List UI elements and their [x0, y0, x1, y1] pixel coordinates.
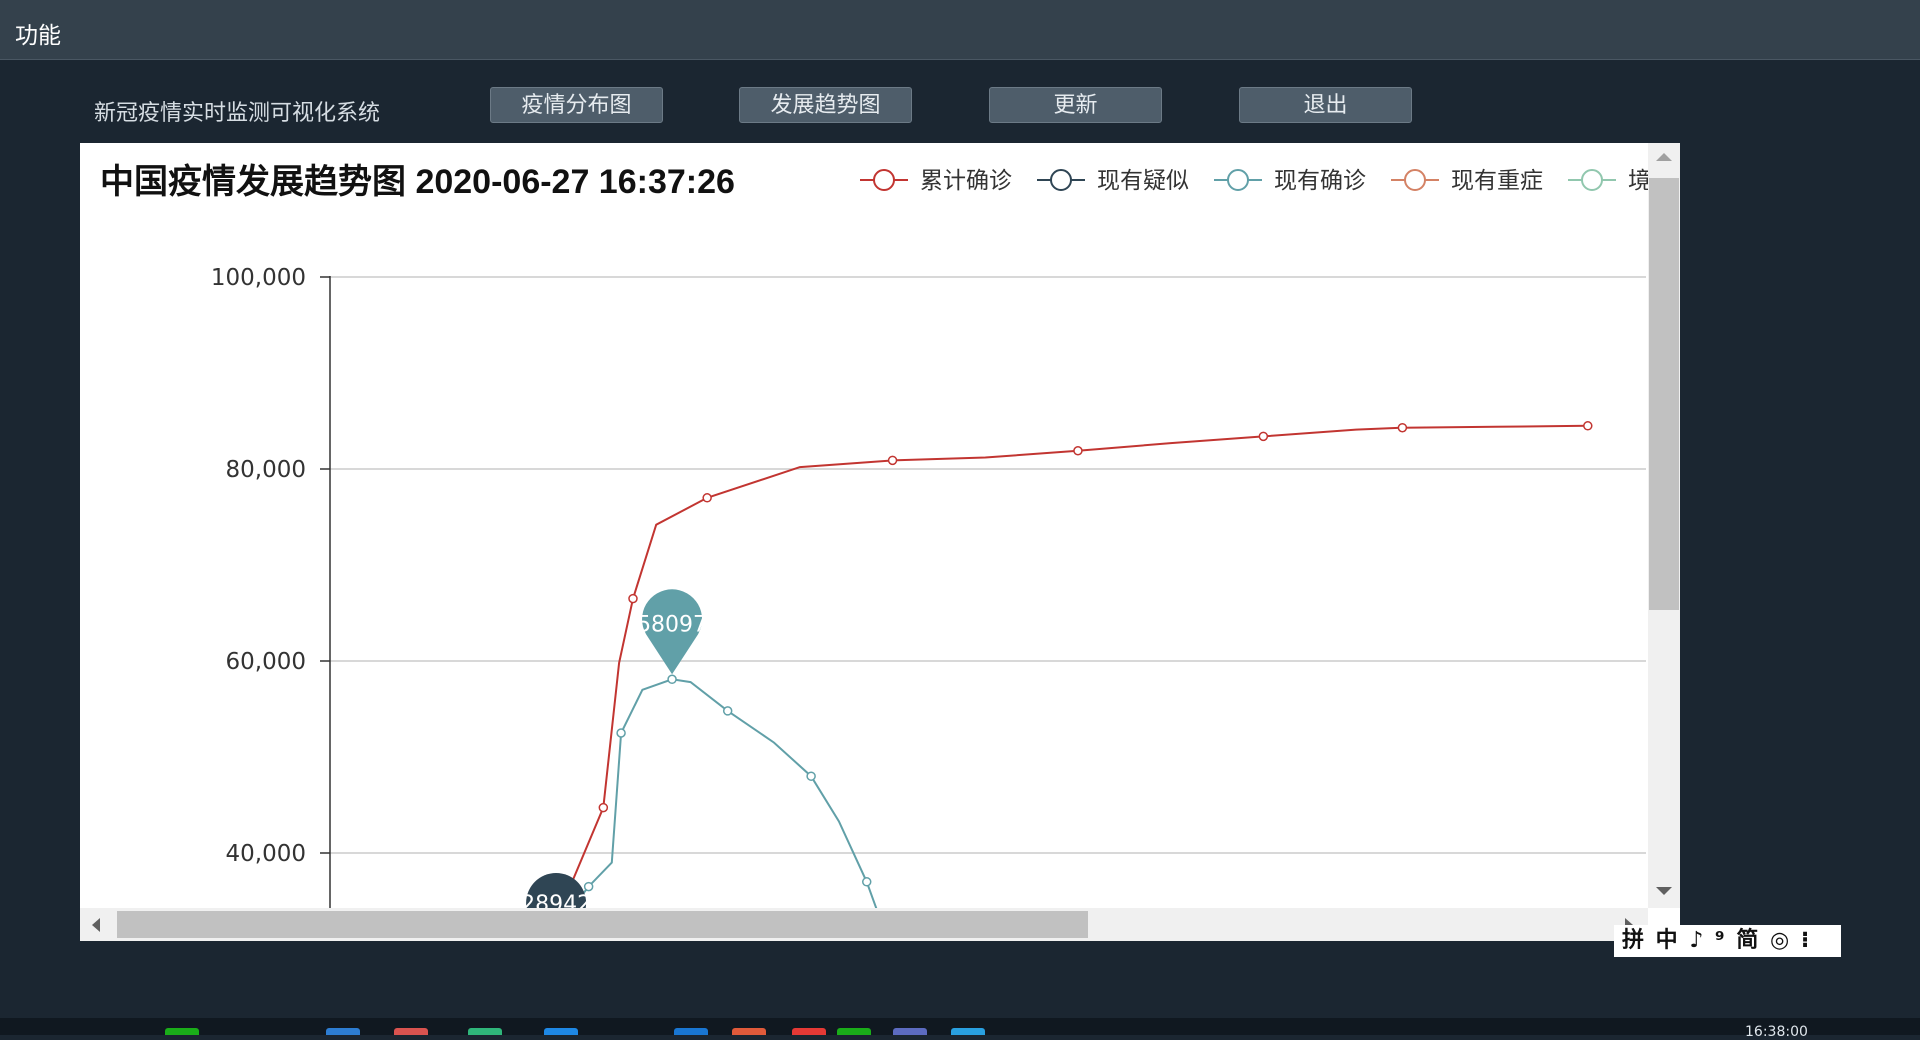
ime-toolbar[interactable]: 拼 中 ♪ ⁹ 简 ◎ ⁝	[1614, 925, 1841, 957]
taskbar-app-icon[interactable]	[468, 1028, 502, 1035]
trend-chart-panel: 中国疫情发展趋势图 2020-06-27 16:37:26 累计确诊 现有疑似 现有确…	[80, 143, 1680, 941]
exit-button[interactable]: 退出	[1239, 87, 1412, 123]
data-point[interactable]	[861, 877, 872, 887]
taskbar-app-icon[interactable]	[792, 1028, 826, 1035]
legend-label: 现有确诊	[1274, 168, 1366, 194]
data-point[interactable]	[1258, 431, 1269, 442]
data-point[interactable]	[667, 674, 677, 685]
legend-label: 累计确诊	[920, 168, 1012, 194]
taskbar-app-icon[interactable]	[951, 1028, 985, 1035]
data-point[interactable]	[702, 493, 712, 503]
legend-label: 现有疑似	[1097, 168, 1189, 194]
menu-function[interactable]: 功能	[15, 16, 61, 50]
data-point[interactable]	[1583, 421, 1593, 431]
data-point[interactable]	[722, 706, 733, 716]
y-tick-label: 100,000	[211, 265, 306, 291]
data-point[interactable]	[806, 771, 816, 781]
scroll-up-icon[interactable]	[1656, 153, 1672, 161]
markpoint-label: 58097	[637, 612, 707, 637]
data-point[interactable]	[1073, 446, 1083, 456]
markpoint-label: 28942	[521, 892, 591, 908]
legend-item[interactable]: 现有确诊	[1214, 168, 1366, 194]
data-point[interactable]	[628, 593, 638, 604]
vertical-scrollbar[interactable]	[1648, 143, 1680, 908]
legend-marker-icon	[1581, 169, 1603, 191]
scroll-left-icon[interactable]	[92, 918, 100, 932]
legend-item[interactable]: 境	[1568, 168, 1648, 194]
taskbar-clock: 16:38:00	[1745, 1024, 1808, 1040]
taskbar-app-icon[interactable]	[394, 1028, 428, 1035]
taskbar-app-icon[interactable]	[544, 1028, 578, 1035]
menu-bar: 功能	[0, 0, 1920, 60]
taskbar: 16:38:00	[0, 1018, 1920, 1040]
series-line	[567, 424, 1588, 892]
taskbar-app-icon[interactable]	[326, 1028, 360, 1035]
update-button[interactable]: 更新	[989, 87, 1162, 123]
taskbar-app-icon[interactable]	[732, 1028, 766, 1035]
legend-marker-icon	[1050, 169, 1072, 191]
legend-marker-icon	[873, 169, 895, 191]
legend-label: 境	[1628, 168, 1648, 194]
chart-title: 中国疫情发展趋势图 2020-06-27 16:37:26	[100, 163, 735, 201]
y-tick-label: 60,000	[226, 649, 306, 675]
legend-item[interactable]: 现有疑似	[1037, 168, 1189, 194]
data-point[interactable]	[598, 802, 609, 813]
legend-item[interactable]: 现有重症	[1391, 168, 1543, 194]
taskbar-app-icon[interactable]	[837, 1028, 871, 1035]
data-point[interactable]	[583, 881, 594, 892]
data-point[interactable]	[887, 455, 898, 466]
horizontal-scrollbar[interactable]	[80, 908, 1648, 941]
legend-marker-icon	[1404, 169, 1426, 191]
app-title: 新冠疫情实时监测可视化系统	[94, 101, 381, 126]
trend-chart: 中国疫情发展趋势图 2020-06-27 16:37:26 累计确诊 现有疑似 现有确…	[100, 163, 1648, 908]
suspected-markpoint[interactable]: 28942	[521, 873, 591, 908]
y-tick-label: 80,000	[226, 457, 306, 483]
data-point[interactable]	[616, 728, 626, 738]
distribution-map-button[interactable]: 疫情分布图	[490, 87, 663, 123]
data-point[interactable]	[1397, 422, 1408, 433]
taskbar-app-icon[interactable]	[165, 1028, 199, 1035]
legend-label: 现有重症	[1451, 168, 1543, 194]
horizontal-scroll-thumb[interactable]	[117, 911, 1088, 938]
scroll-down-icon[interactable]	[1656, 887, 1672, 895]
legend-item[interactable]: 累计确诊	[860, 168, 1012, 194]
taskbar-app-icon[interactable]	[674, 1028, 708, 1035]
trend-chart-button[interactable]: 发展趋势图	[739, 87, 912, 123]
taskbar-app-icon[interactable]	[893, 1028, 927, 1035]
vertical-scroll-thumb[interactable]	[1649, 178, 1679, 610]
y-tick-label: 40,000	[226, 841, 306, 867]
legend-marker-icon	[1227, 169, 1249, 191]
